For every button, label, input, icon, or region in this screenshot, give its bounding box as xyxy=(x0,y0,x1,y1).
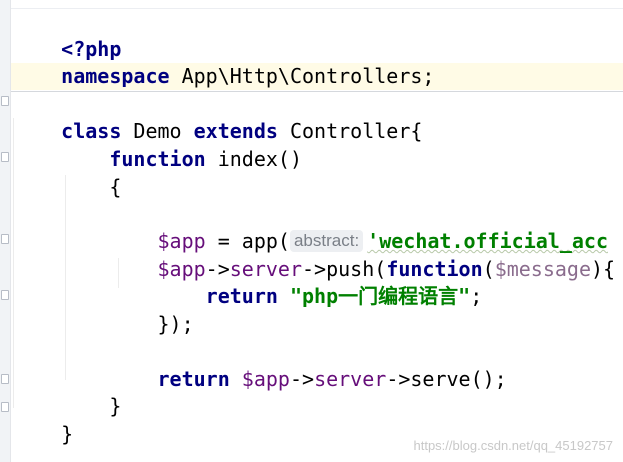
variable-app: $app xyxy=(241,367,290,391)
code-line-5[interactable]: function index() xyxy=(13,119,302,171)
keyword-namespace: namespace xyxy=(61,64,170,88)
fold-marker-icon[interactable] xyxy=(1,374,9,384)
fold-marker-icon[interactable] xyxy=(1,402,9,412)
serve-call: ->serve(); xyxy=(386,367,507,391)
keyword-return: return xyxy=(205,284,278,308)
keyword-function: function xyxy=(109,147,206,171)
variable-message: $message xyxy=(494,257,592,281)
string-literal: "php一门编程语言" xyxy=(289,284,471,308)
fold-marker-icon[interactable] xyxy=(1,152,9,162)
code-line-1[interactable]: <?php xyxy=(13,9,121,61)
fold-marker-icon[interactable] xyxy=(1,290,9,300)
watermark: https://blog.csdn.net/qq_45192757 xyxy=(413,438,614,453)
code-line-4[interactable]: class Demo extends Controller{ xyxy=(13,91,422,143)
code-line-8[interactable]: $app = app(abstract:'wechat.official_acc xyxy=(13,201,609,253)
open-brace: { xyxy=(61,175,122,199)
property-server: server xyxy=(314,367,387,391)
editor-gutter xyxy=(0,0,11,462)
arrow-operator: -> xyxy=(289,367,315,391)
code-line-6[interactable]: { xyxy=(13,147,121,199)
code-line-9[interactable]: $app->server->push(function($message){ xyxy=(13,229,616,281)
namespace-value: App\Http\Controllers; xyxy=(169,64,435,88)
code-editor[interactable]: <?php namespace App\Http\Controllers; cl… xyxy=(0,0,623,462)
code-line-10[interactable]: return "php一门编程语言"; xyxy=(13,256,483,308)
code-line-14[interactable]: } xyxy=(13,366,121,418)
keyword-return: return xyxy=(157,367,230,391)
paren-open: ( xyxy=(482,257,495,281)
function-signature: index() xyxy=(205,147,302,171)
code-line-11[interactable]: }); xyxy=(13,284,194,336)
close-brace: } xyxy=(61,422,74,446)
fold-marker-icon[interactable] xyxy=(1,234,9,244)
code-line-15[interactable]: } xyxy=(13,394,73,446)
paren-close: ){ xyxy=(591,257,616,281)
editor-top-strip xyxy=(11,0,623,9)
code-line-13[interactable]: return $app->server->serve(); xyxy=(13,339,507,391)
fold-marker-icon[interactable] xyxy=(1,96,9,106)
code-line-2[interactable]: namespace App\Http\Controllers; xyxy=(13,36,434,88)
closure-close: }); xyxy=(157,312,194,336)
semicolon: ; xyxy=(470,284,483,308)
